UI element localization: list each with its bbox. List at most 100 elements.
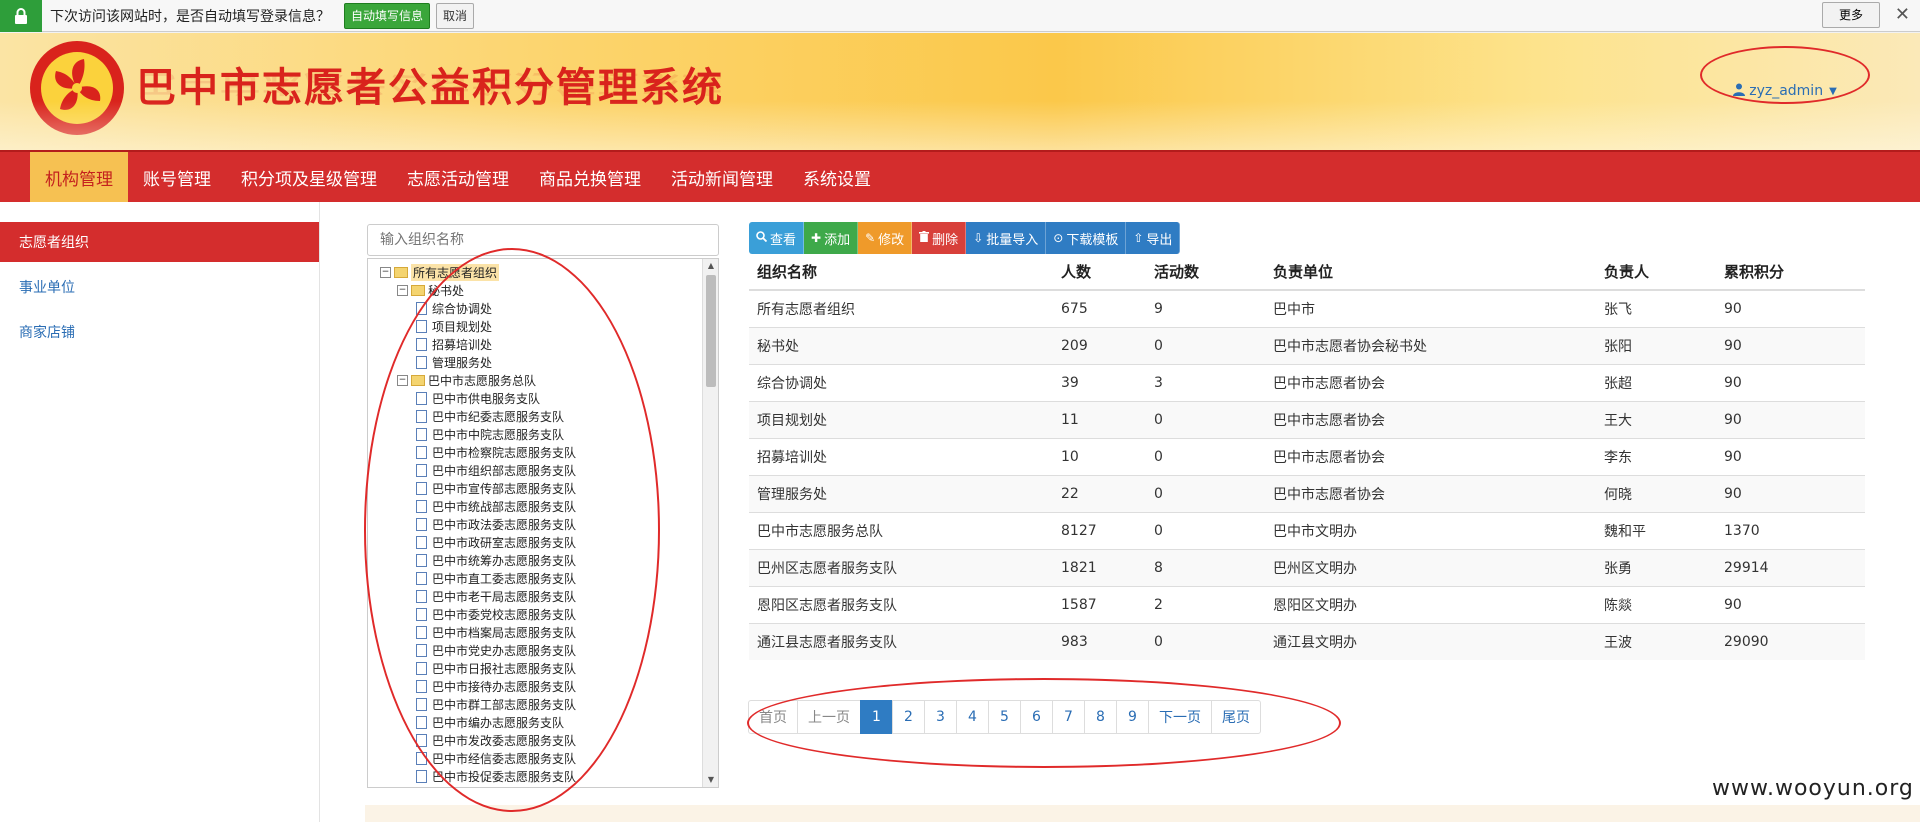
table-cell: 巴中市	[1265, 289, 1596, 327]
tree-node[interactable]: 巴中市群工部志愿服务支队	[368, 695, 702, 713]
col-header-leader[interactable]: 负责人	[1596, 254, 1716, 291]
collapse-toggle-icon[interactable]: −	[380, 266, 391, 278]
page-number[interactable]: 6	[1020, 700, 1053, 734]
pencil-icon: ✎	[865, 231, 876, 245]
tree-node[interactable]: 巴中市直工委志愿服务支队	[368, 569, 702, 587]
scroll-thumb[interactable]	[706, 275, 716, 387]
tree-node[interactable]: 招募培训处	[368, 335, 702, 353]
tree-node[interactable]: 巴中市老干局志愿服务支队	[368, 587, 702, 605]
tree-node[interactable]: 巴中市宣传部志愿服务支队	[368, 479, 702, 497]
tree-node[interactable]: 巴中市组织部志愿服务支队	[368, 461, 702, 479]
download-template-button[interactable]: ⊙ 下载模板	[1046, 222, 1127, 254]
col-header-name[interactable]: 组织名称	[749, 254, 1053, 291]
org-search-input[interactable]	[367, 224, 719, 256]
table-cell: 巴中市志愿者协会	[1265, 437, 1596, 475]
col-header-members[interactable]: 人数	[1053, 254, 1146, 291]
table-row[interactable]: 所有志愿者组织 675 9 巴中市 张飞 90	[749, 289, 1865, 327]
tree-node[interactable]: 巴中市政法委志愿服务支队	[368, 515, 702, 533]
table-row[interactable]: 通江县志愿者服务支队 983 0 通江县文明办 王波 29090	[749, 622, 1865, 660]
autofill-button[interactable]: 自动填写信息	[344, 2, 431, 29]
org-table: 组织名称 人数 活动数 负责单位 负责人 累积积分 所有志愿者组织 675 9 巴中市…	[749, 254, 1865, 660]
folder-icon	[411, 374, 425, 386]
col-header-unit[interactable]: 负责单位	[1265, 254, 1596, 291]
nav-item-account[interactable]: 账号管理	[128, 152, 226, 202]
nav-item-news[interactable]: 活动新闻管理	[656, 152, 788, 202]
page-number[interactable]: 3	[924, 700, 957, 734]
close-icon[interactable]: ✕	[1895, 4, 1910, 25]
tree-node[interactable]: 巴中市发改委志愿服务支队	[368, 731, 702, 749]
tree-node[interactable]: 管理服务处	[368, 353, 702, 371]
col-header-activities[interactable]: 活动数	[1146, 254, 1265, 291]
tree-node[interactable]: 巴中市日报社志愿服务支队	[368, 659, 702, 677]
tree-scrollbar[interactable]: ▲ ▼	[702, 259, 718, 787]
table-row[interactable]: 巴州区志愿者服务支队 1821 8 巴州区文明办 张勇 29914	[749, 548, 1865, 586]
nav-item-org[interactable]: 机构管理	[30, 152, 128, 202]
page-last[interactable]: 尾页	[1211, 700, 1261, 734]
pagination: 首页 上一页 1 2 3 4 5 6 7 8 9 下一页 尾页	[748, 700, 1261, 734]
table-row[interactable]: 秘书处 209 0 巴中市志愿者协会秘书处 张阳 90	[749, 326, 1865, 364]
table-row[interactable]: 管理服务处 22 0 巴中市志愿者协会 何晓 90	[749, 474, 1865, 512]
tree-node[interactable]: 巴中市统战部志愿服务支队	[368, 497, 702, 515]
tree-node[interactable]: 巴中市编办志愿服务支队	[368, 713, 702, 731]
user-menu[interactable]: zyz_admin ▼	[1702, 63, 1868, 119]
scroll-up-icon[interactable]: ▲	[703, 259, 718, 273]
sidebar-item-shop[interactable]: 商家店铺	[0, 312, 319, 352]
delete-button[interactable]: 删除	[912, 222, 967, 254]
tree-node[interactable]: 综合协调处	[368, 299, 702, 317]
tree-node-label: 巴中市政研室志愿服务支队	[432, 535, 577, 550]
batch-import-button[interactable]: ⇩ 批量导入	[966, 222, 1047, 254]
tree-node[interactable]: 巴中市中院志愿服务支队	[368, 425, 702, 443]
table-row[interactable]: 巴中市志愿服务总队 8127 0 巴中市文明办 魏和平 1370	[749, 511, 1865, 549]
tree-node[interactable]: 巴中市档案局志愿服务支队	[368, 623, 702, 641]
tree-node[interactable]: − 秘书处	[368, 281, 702, 299]
nav-item-settings[interactable]: 系统设置	[788, 152, 886, 202]
page-number[interactable]: 2	[892, 700, 925, 734]
tree-node[interactable]: 项目规划处	[368, 317, 702, 335]
view-button[interactable]: 查看	[749, 222, 805, 254]
sidebar-item-volunteer-org[interactable]: 志愿者组织	[0, 222, 319, 262]
tree-node[interactable]: 巴中市检察院志愿服务支队	[368, 443, 702, 461]
page-number[interactable]: 9	[1116, 700, 1149, 734]
col-header-points[interactable]: 累积积分	[1716, 254, 1865, 291]
collapse-toggle-icon[interactable]: −	[397, 284, 408, 296]
collapse-toggle-icon[interactable]: −	[397, 374, 408, 386]
tree-node[interactable]: 巴中市委党校志愿服务支队	[368, 605, 702, 623]
export-button[interactable]: ⇧ 导出	[1126, 222, 1181, 254]
add-button[interactable]: ✚ 添加	[804, 222, 859, 254]
nav-item-points[interactable]: 积分项及星级管理	[226, 152, 392, 202]
more-button[interactable]: 更多	[1821, 2, 1880, 28]
page-next[interactable]: 下一页	[1148, 700, 1212, 734]
nav-item-activities[interactable]: 志愿活动管理	[392, 152, 524, 202]
tree-node[interactable]: 巴中市政研室志愿服务支队	[368, 533, 702, 551]
table-row[interactable]: 项目规划处 11 0 巴中市志愿者协会 王大 90	[749, 400, 1865, 438]
tree-node[interactable]: − 巴中市志愿服务总队	[368, 371, 702, 389]
sidebar-item-institution[interactable]: 事业单位	[0, 267, 319, 307]
nav-item-exchange[interactable]: 商品兑换管理	[524, 152, 656, 202]
page-number[interactable]: 1	[860, 700, 893, 734]
table-cell: 巴州区志愿者服务支队	[749, 548, 1053, 586]
edit-button[interactable]: ✎ 修改	[858, 222, 913, 254]
tree-node[interactable]: 巴中市纪委志愿服务支队	[368, 407, 702, 425]
page-prev[interactable]: 上一页	[797, 700, 861, 734]
page-first[interactable]: 首页	[748, 700, 798, 734]
tree-node-label: 巴中市档案局志愿服务支队	[432, 625, 577, 640]
page-number[interactable]: 7	[1052, 700, 1085, 734]
tree-node[interactable]: 巴中市经信委志愿服务支队	[368, 749, 702, 767]
table-row[interactable]: 招募培训处 10 0 巴中市志愿者协会 李东 90	[749, 437, 1865, 475]
cancel-button[interactable]: 取消	[436, 2, 475, 29]
scroll-down-icon[interactable]: ▼	[703, 773, 718, 787]
page-number[interactable]: 4	[956, 700, 989, 734]
tree-node[interactable]: 巴中市统筹办志愿服务支队	[368, 551, 702, 569]
tree-node[interactable]: 巴中市供电服务支队	[368, 389, 702, 407]
table-cell: 项目规划处	[749, 400, 1053, 438]
table-row[interactable]: 恩阳区志愿者服务支队 1587 2 恩阳区文明办 陈燚 90	[749, 585, 1865, 623]
page-number[interactable]: 5	[988, 700, 1021, 734]
tree-node[interactable]: − 所有志愿者组织	[368, 263, 702, 281]
tree-node[interactable]: 巴中市投促委志愿服务支队	[368, 767, 702, 785]
watermark: www.wooyun.org	[1712, 776, 1914, 801]
main-nav: 机构管理 账号管理 积分项及星级管理 志愿活动管理 商品兑换管理 活动新闻管理 …	[0, 150, 1920, 202]
tree-node[interactable]: 巴中市党史办志愿服务支队	[368, 641, 702, 659]
tree-node[interactable]: 巴中市接待办志愿服务支队	[368, 677, 702, 695]
page-number[interactable]: 8	[1084, 700, 1117, 734]
table-row[interactable]: 综合协调处 39 3 巴中市志愿者协会 张超 90	[749, 363, 1865, 401]
